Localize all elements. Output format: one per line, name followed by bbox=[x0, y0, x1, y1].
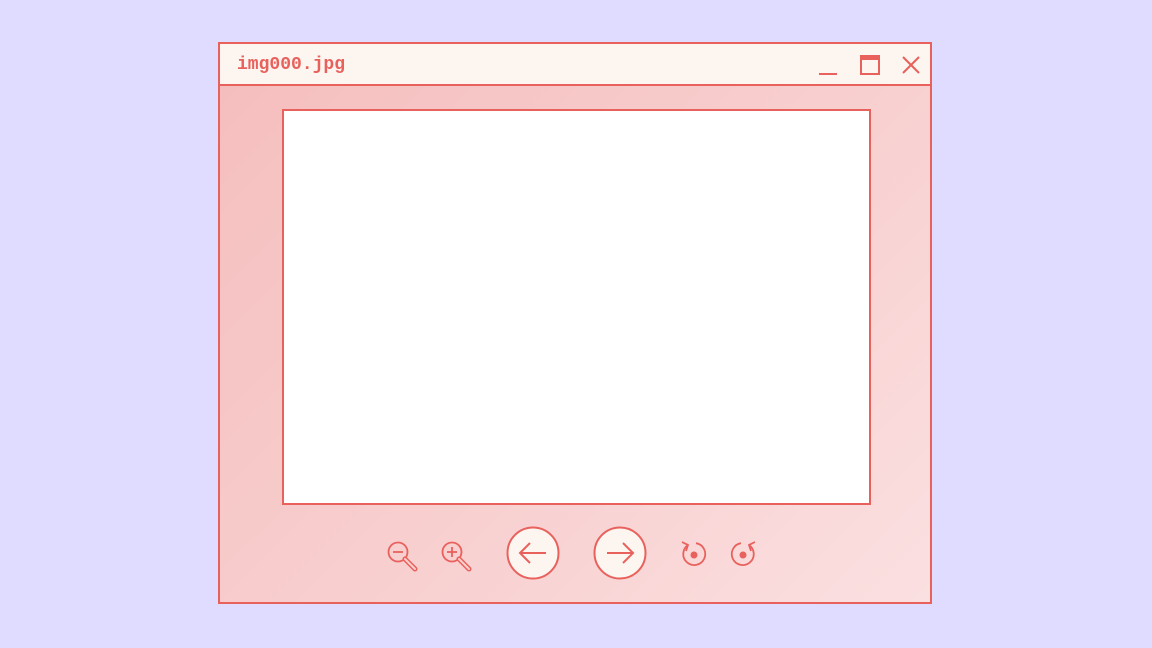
image-viewport[interactable] bbox=[282, 109, 871, 505]
rotate-right-icon bbox=[730, 541, 756, 566]
rotate-left-button[interactable] bbox=[679, 537, 711, 571]
rotate-right-button[interactable] bbox=[728, 537, 760, 571]
zoom-out-icon bbox=[387, 541, 418, 572]
close-button[interactable] bbox=[898, 52, 924, 78]
zoom-in-icon bbox=[441, 541, 472, 572]
maximize-icon bbox=[860, 55, 880, 75]
minimize-icon bbox=[819, 73, 837, 75]
arrow-left-icon bbox=[506, 526, 560, 580]
next-image-button[interactable] bbox=[593, 526, 647, 580]
window-title: img000.jpg bbox=[237, 55, 346, 75]
close-icon bbox=[902, 56, 920, 74]
zoom-out-button[interactable] bbox=[384, 538, 424, 578]
title-bar[interactable]: img000.jpg bbox=[220, 44, 930, 86]
rotate-left-icon bbox=[681, 541, 707, 566]
previous-image-button[interactable] bbox=[506, 526, 560, 580]
image-viewer-window: img000.jpg bbox=[218, 42, 932, 604]
maximize-button[interactable] bbox=[857, 52, 883, 78]
minimize-button[interactable] bbox=[815, 52, 841, 78]
arrow-right-icon bbox=[593, 526, 647, 580]
zoom-in-button[interactable] bbox=[438, 538, 478, 578]
